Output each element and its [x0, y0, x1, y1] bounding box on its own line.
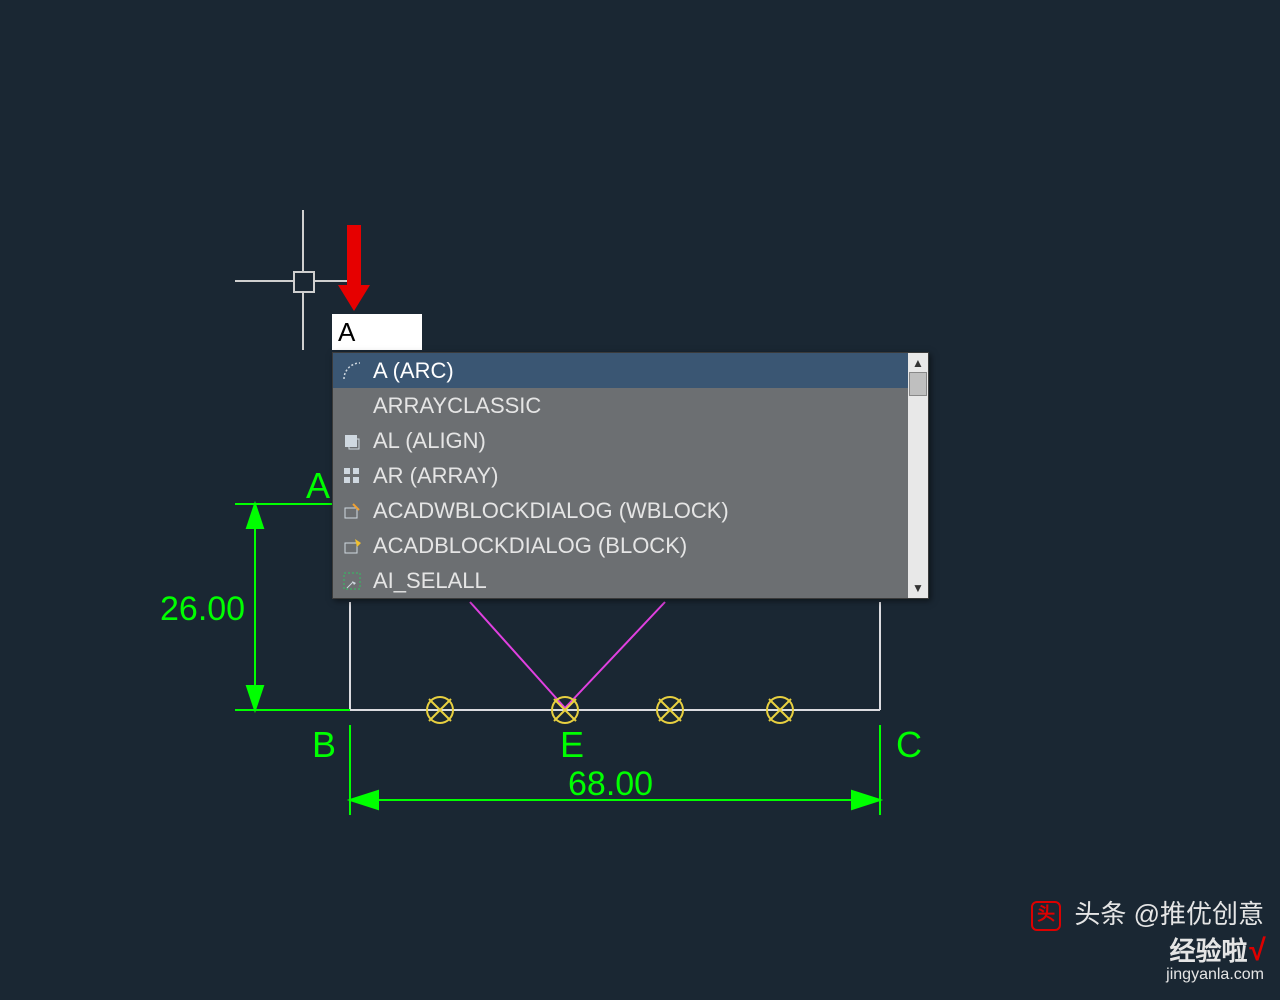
point-label-e: E	[560, 724, 584, 765]
dropdown-item[interactable]: ACADBLOCKDIALOG (BLOCK)	[333, 528, 908, 563]
dropdown-item[interactable]: ARRAYCLASSIC	[333, 388, 908, 423]
dropdown-item-label: A (ARC)	[373, 358, 454, 384]
dropdown-scrollbar[interactable]: ▲ ▼	[908, 353, 928, 598]
autocomplete-dropdown[interactable]: A (ARC) ARRAYCLASSIC AL (ALIGN)	[332, 352, 929, 599]
dropdown-item[interactable]: AI_SELALL	[333, 563, 908, 598]
align-icon	[341, 430, 363, 452]
cad-canvas[interactable]: 26.00 68.00 A B E C 推优创意 A	[0, 0, 1280, 1000]
footer-url: jingyanla.com	[1031, 966, 1264, 984]
dropdown-item[interactable]: ACADWBLOCKDIALOG (WBLOCK)	[333, 493, 908, 528]
wblock-icon	[341, 500, 363, 522]
dropdown-list: A (ARC) ARRAYCLASSIC AL (ALIGN)	[333, 353, 908, 598]
dim-vertical-label: 26.00	[160, 590, 245, 628]
footer-prefix: 头条	[1074, 899, 1126, 929]
scroll-thumb[interactable]	[909, 372, 927, 396]
dropdown-item[interactable]: AL (ALIGN)	[333, 423, 908, 458]
array-icon	[341, 465, 363, 487]
dropdown-item-label: ARRAYCLASSIC	[373, 393, 541, 419]
footer-brand: 经验啦	[1170, 936, 1248, 966]
toutiao-logo-icon: 头	[1031, 901, 1061, 931]
point-label-a: A	[306, 465, 330, 506]
scroll-down-icon[interactable]: ▼	[912, 581, 924, 595]
scroll-up-icon[interactable]: ▲	[912, 356, 924, 370]
point-label-c: C	[896, 724, 922, 765]
dropdown-item-label: ACADWBLOCKDIALOG (WBLOCK)	[373, 498, 729, 524]
arc-icon	[341, 360, 363, 382]
footer-handle: @推优创意	[1134, 899, 1264, 929]
dropdown-item[interactable]: A (ARC)	[333, 353, 908, 388]
footer-watermark: 头 头条 @推优创意 经验啦√ jingyanla.com	[1031, 894, 1264, 984]
dropdown-item-label: AL (ALIGN)	[373, 428, 486, 454]
dropdown-item-label: AR (ARRAY)	[373, 463, 499, 489]
dropdown-item-label: AI_SELALL	[373, 568, 487, 594]
selall-icon	[341, 570, 363, 592]
dropdown-item-label: ACADBLOCKDIALOG (BLOCK)	[373, 533, 687, 559]
dropdown-item[interactable]: AR (ARRAY)	[333, 458, 908, 493]
check-icon: √	[1248, 934, 1264, 967]
point-label-b: B	[312, 724, 336, 765]
block-icon	[341, 535, 363, 557]
blank-icon	[341, 395, 363, 417]
command-input[interactable]: A	[332, 314, 422, 350]
red-arrow-annotation	[338, 225, 370, 311]
dim-horizontal-label: 68.00	[568, 765, 653, 803]
